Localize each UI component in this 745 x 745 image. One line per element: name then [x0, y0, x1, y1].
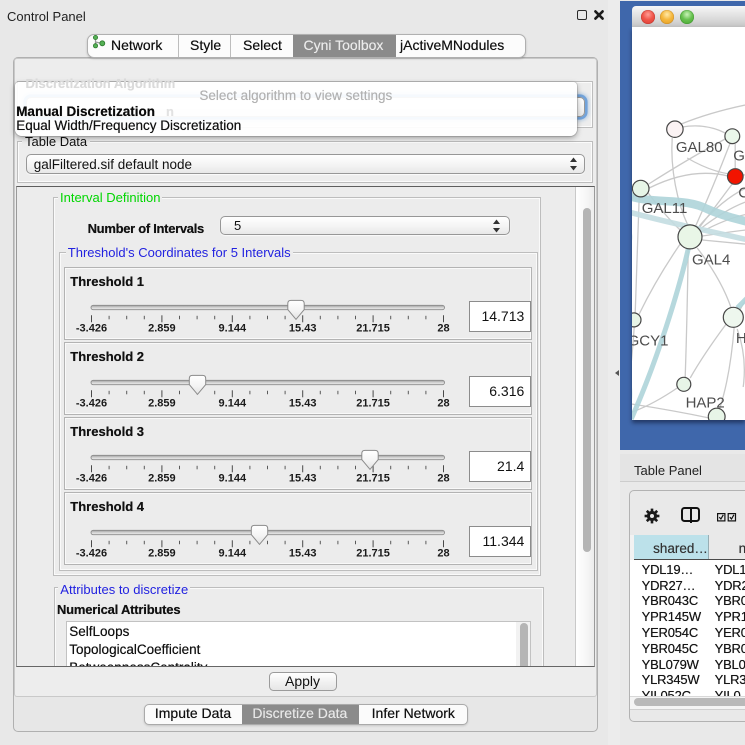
svg-text:28: 28	[437, 473, 449, 485]
svg-text:9.144: 9.144	[218, 473, 246, 485]
svg-text:GAL4: GAL4	[692, 252, 730, 269]
svg-text:9.144: 9.144	[218, 323, 246, 335]
svg-text:C: C	[739, 185, 745, 202]
svg-text:15.43: 15.43	[289, 473, 317, 485]
svg-text:9.144: 9.144	[218, 548, 246, 560]
svg-text:-3.426: -3.426	[76, 473, 107, 485]
svg-text:21.715: 21.715	[356, 323, 390, 335]
svg-text:28: 28	[437, 548, 449, 560]
svg-text:H: H	[736, 330, 745, 347]
svg-text:9.144: 9.144	[218, 398, 246, 410]
svg-text:28: 28	[437, 398, 449, 410]
svg-text:G.: G.	[734, 147, 745, 164]
svg-text:-3.426: -3.426	[76, 398, 107, 410]
svg-text:21.715: 21.715	[356, 548, 390, 560]
svg-text:21.715: 21.715	[356, 473, 390, 485]
svg-text:15.43: 15.43	[289, 398, 317, 410]
svg-text:15.43: 15.43	[289, 548, 317, 560]
svg-text:2.859: 2.859	[148, 323, 176, 335]
svg-text:2.859: 2.859	[148, 473, 176, 485]
svg-text:HAP2: HAP2	[686, 395, 725, 412]
svg-text:2.859: 2.859	[148, 548, 176, 560]
svg-text:-3.426: -3.426	[76, 323, 107, 335]
svg-text:-3.426: -3.426	[76, 548, 107, 560]
svg-text:15.43: 15.43	[289, 323, 317, 335]
svg-text:28: 28	[437, 323, 449, 335]
svg-text:2.859: 2.859	[148, 398, 176, 410]
svg-text:GAL80: GAL80	[676, 139, 723, 156]
svg-text:GAL11: GAL11	[642, 200, 688, 217]
svg-text:21.715: 21.715	[356, 398, 390, 410]
svg-text:GCY1: GCY1	[632, 333, 668, 350]
